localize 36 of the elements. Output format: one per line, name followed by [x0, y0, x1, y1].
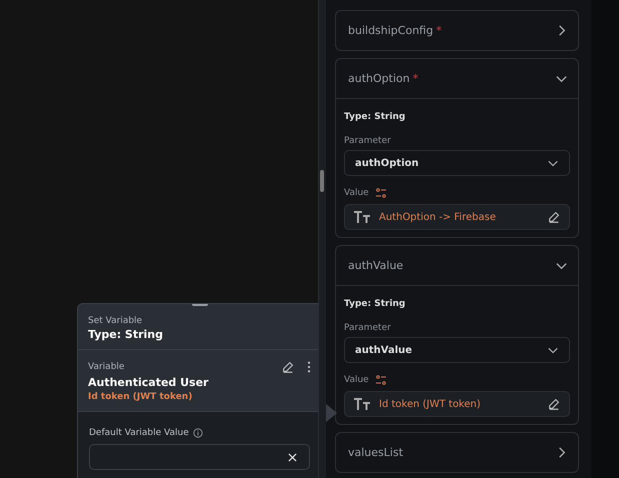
parameter-label: Parameter: [344, 136, 392, 146]
parameter-select[interactable]: authOption: [344, 150, 570, 176]
variable-name: Authenticated User: [88, 376, 210, 389]
edit-icon[interactable]: [547, 210, 561, 224]
text-type-icon: [353, 211, 371, 223]
parameter-label: Parameter: [344, 323, 392, 333]
parameter-header[interactable]: valuesList: [336, 433, 578, 472]
node-title: Set Variable: [88, 316, 144, 326]
sliders-icon[interactable]: [374, 188, 387, 198]
value-label: Value: [344, 375, 369, 385]
parameter-header[interactable]: buildshipConfig *: [336, 11, 578, 50]
text-type-icon: [353, 398, 371, 410]
parameter-header[interactable]: authValue: [336, 246, 578, 285]
parameter-name: valuesList: [348, 446, 404, 458]
parameter-name: buildshipConfig *: [348, 24, 442, 36]
value-label: Value: [344, 188, 369, 198]
node-type: Type: String: [88, 328, 164, 341]
variable-label: Variable: [88, 362, 126, 372]
default-value-label: Default Variable Value: [89, 428, 189, 438]
edit-icon[interactable]: [281, 360, 295, 374]
value-field[interactable]: AuthOption -> Firebase: [344, 204, 570, 230]
value-field[interactable]: Id token (JWT token): [344, 391, 570, 417]
clear-icon[interactable]: [288, 452, 297, 462]
variable-value: Id token (JWT token): [88, 392, 194, 402]
parameter-name: authValue: [348, 258, 404, 272]
default-value-field[interactable]: [89, 444, 310, 470]
parameter-select[interactable]: authValue: [344, 337, 570, 363]
parameter-name: authOption *: [348, 72, 418, 84]
more-icon[interactable]: [307, 361, 311, 373]
info-icon: [192, 428, 203, 438]
edit-icon[interactable]: [547, 397, 561, 411]
resize-handle[interactable]: [320, 170, 324, 192]
type-label: Type: String: [344, 299, 406, 309]
parameter-header[interactable]: authOption *: [336, 59, 578, 98]
sliders-icon[interactable]: [374, 375, 387, 385]
type-label: Type: String: [344, 112, 406, 122]
